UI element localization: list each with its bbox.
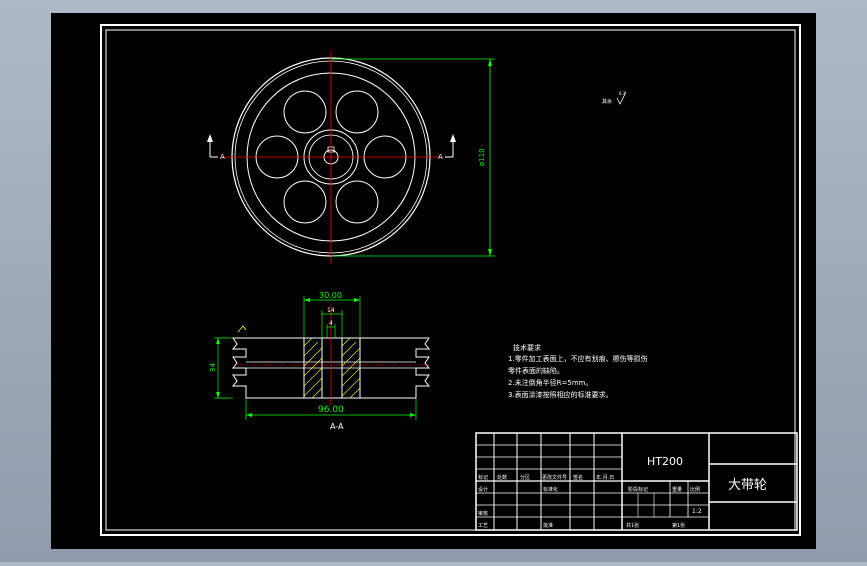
label-craft: 工艺 [478,523,488,529]
label-zone: 分区 [520,474,530,481]
label-date: 年.月.日 [596,474,614,481]
section-label-right: A [438,153,443,161]
diameter-dimension-text: ø110 [478,148,486,166]
label-signature: 签名 [573,474,583,481]
label-scale: 比例 [690,486,700,493]
tech-req-line: 3.表面涂漆按照相应的标准要求。 [508,390,613,399]
label-count: 处数 [497,474,507,481]
drawing-canvas: A A ø110 其余 6.3 30.00 14 4 34 96.00 A-A … [51,13,816,549]
tech-req-line: 1.零件加工表面上，不应有划痕、擦伤等损伤 [508,354,648,363]
roughness-note-text: 其余 [602,98,612,105]
section-label-left: A [220,153,225,161]
roughness-value-text: 6.3 [619,91,626,96]
material-text: HT200 [647,455,683,468]
label-sheets-total: 共1张 [626,522,639,529]
bore-dim-text: 14 [327,307,335,314]
drawing-sheet [51,13,816,549]
label-ratify: 批准 [543,522,553,529]
scale-value-text: 1:2 [692,508,702,515]
label-approve: 审核 [478,510,488,517]
label-sheet-no: 第1张 [672,522,685,529]
part-name-text: 大带轮 [728,478,767,493]
key-dim-text: 4 [329,320,333,327]
label-designer: 设计 [478,486,488,493]
tech-req-line: 零件表面的缺陷。 [508,366,564,375]
tech-req-heading: 技术要求 [513,343,541,352]
label-standardize: 标准化 [543,486,558,493]
label-weight: 重量 [672,486,682,493]
cad-drawing-viewport: A A ø110 其余 6.3 30.00 14 4 34 96.00 A-A … [0,0,867,562]
hub-width-text: 30.00 [319,291,342,300]
label-mark: 标记 [478,474,488,481]
section-caption: A-A [330,422,344,431]
height-text: 34 [209,363,217,372]
total-width-text: 96.00 [318,405,344,415]
label-stage-mark: 阶段标记 [628,486,648,493]
label-change-doc: 更改文件号 [542,474,567,481]
tech-req-line: 2.未注倒角半径R=5mm。 [508,378,593,387]
